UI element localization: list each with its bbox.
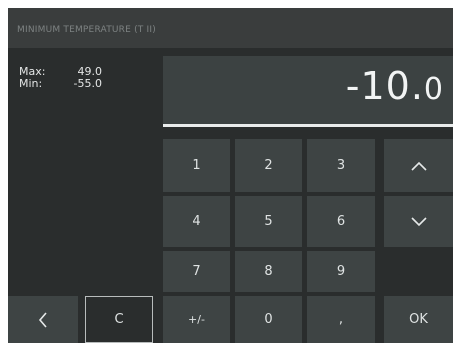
- key-8[interactable]: 8: [235, 251, 302, 292]
- page-title: MINIMUM TEMPERATURE (T II): [17, 25, 156, 35]
- down-button[interactable]: [384, 196, 453, 247]
- key-3[interactable]: 3: [307, 139, 375, 192]
- up-button[interactable]: [384, 139, 453, 192]
- sign-toggle-button[interactable]: +/-: [163, 296, 230, 343]
- limits-panel: Max: 49.0 Min: -55.0: [19, 66, 102, 90]
- min-label: Min:: [19, 77, 43, 90]
- key-4[interactable]: 4: [163, 196, 230, 247]
- comma-button[interactable]: ,: [307, 296, 375, 343]
- keypad-dialog: MINIMUM TEMPERATURE (T II) Max: 49.0 Min…: [8, 8, 453, 343]
- key-1[interactable]: 1: [163, 139, 230, 192]
- entered-value: -10.0: [346, 64, 444, 108]
- key-2[interactable]: 2: [235, 139, 302, 192]
- title-bar: MINIMUM TEMPERATURE (T II): [8, 8, 453, 48]
- value-display[interactable]: -10.0: [163, 56, 453, 124]
- clear-button[interactable]: C: [85, 296, 153, 343]
- back-button[interactable]: [8, 296, 78, 343]
- entered-value-main: -10.: [345, 64, 424, 108]
- chevron-left-icon: [38, 311, 47, 328]
- min-value: -55.0: [73, 77, 102, 90]
- chevron-down-icon: [410, 216, 427, 226]
- key-5[interactable]: 5: [235, 196, 302, 247]
- key-7[interactable]: 7: [163, 251, 230, 292]
- entered-value-tail: 0: [423, 72, 444, 107]
- key-9[interactable]: 9: [307, 251, 375, 292]
- ok-button[interactable]: OK: [384, 296, 453, 343]
- key-0[interactable]: 0: [235, 296, 302, 343]
- key-6[interactable]: 6: [307, 196, 375, 247]
- value-underline: [163, 124, 453, 127]
- chevron-up-icon: [410, 161, 427, 171]
